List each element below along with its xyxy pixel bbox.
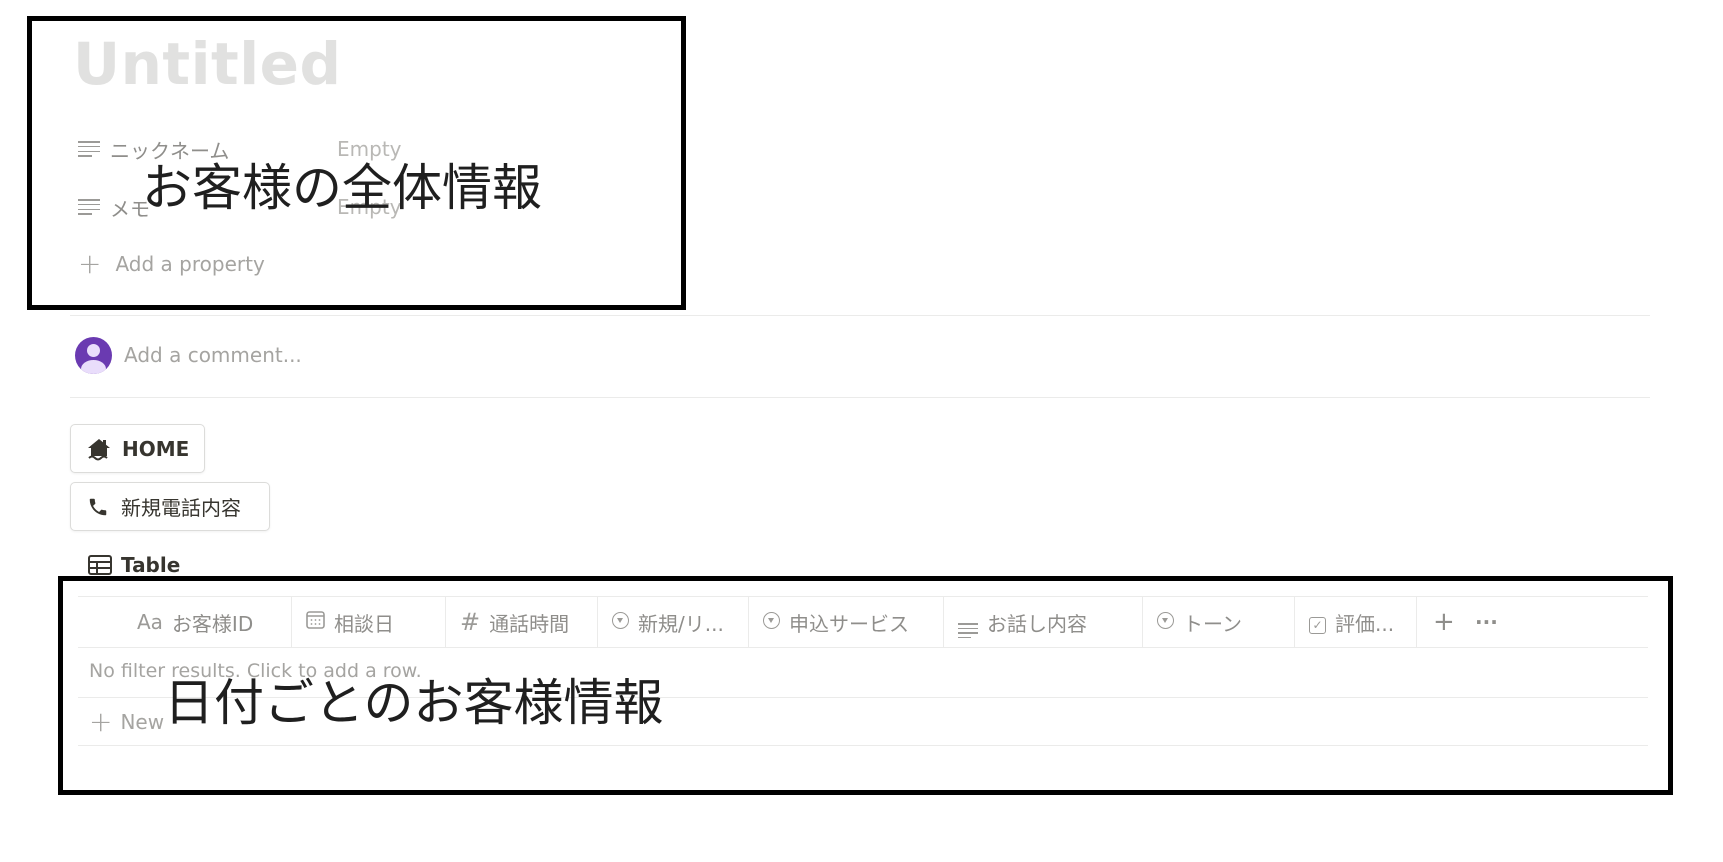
tab-table[interactable]: Table [88,553,180,577]
annotation-label-daily: 日付ごとのお客様情報 [164,674,664,732]
divider [70,315,1650,316]
home-icon [88,438,110,460]
annotation-label-overview: お客様の全体情報 [142,159,542,217]
home-button[interactable]: HOME [70,424,205,473]
comment-input[interactable]: Add a comment... [124,343,302,367]
tab-table-label: Table [121,553,181,577]
phone-icon [89,498,107,515]
table-icon [88,555,112,575]
new-call-button[interactable]: 新規電話内容 [70,482,270,531]
home-button-label: HOME [122,436,190,461]
avatar [75,337,112,374]
divider [70,397,1650,398]
new-call-button-label: 新規電話内容 [121,496,241,520]
